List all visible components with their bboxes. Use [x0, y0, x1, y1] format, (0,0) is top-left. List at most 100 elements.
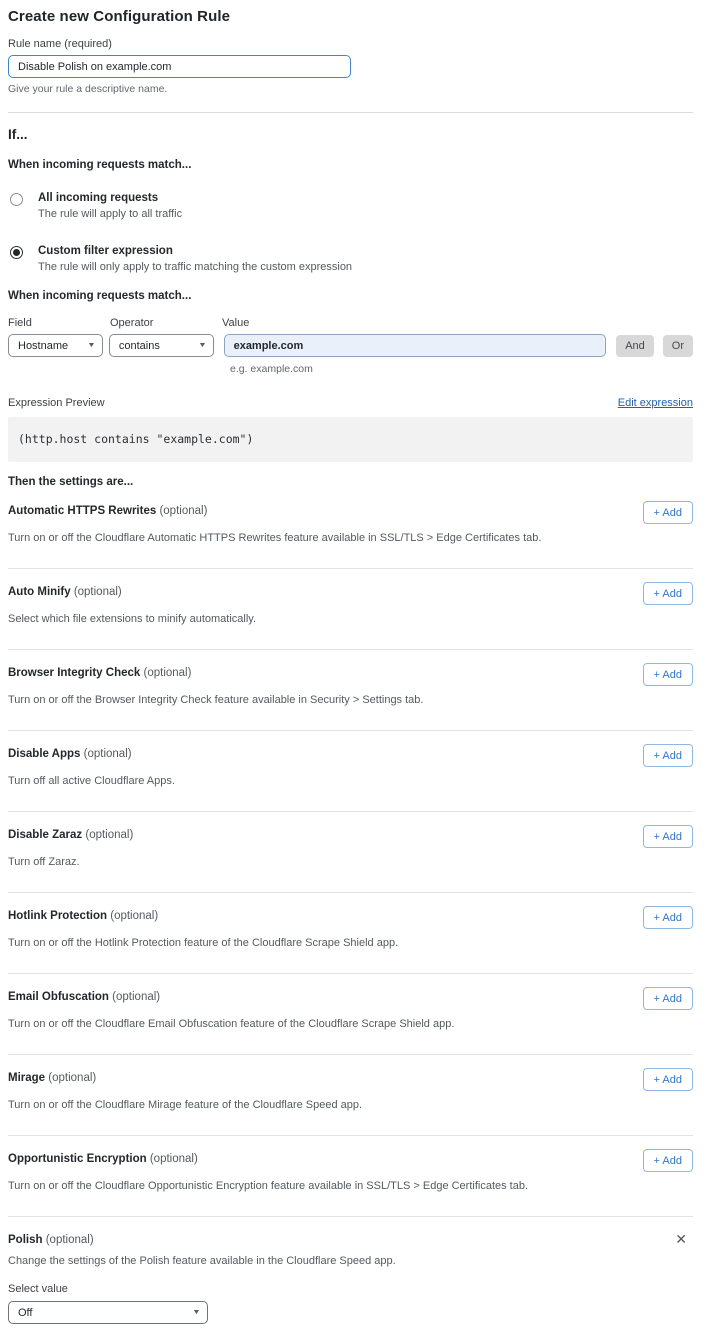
add-email-obfuscation-button[interactable]: + Add: [643, 987, 693, 1010]
field-label: Field: [8, 317, 110, 329]
setting-description: Turn on or off the Cloudflare Email Obfu…: [8, 1018, 628, 1030]
add-mirage-button[interactable]: + Add: [643, 1068, 693, 1091]
field-select[interactable]: Hostname ▼: [8, 334, 103, 357]
add-hotlink-protection-button[interactable]: + Add: [643, 906, 693, 929]
setting-browser-integrity-check: Browser Integrity Check (optional) + Add…: [8, 650, 693, 731]
setting-title: Automatic HTTPS Rewrites (optional): [8, 501, 207, 517]
create-configuration-rule-form: Create new Configuration Rule Rule name …: [0, 0, 705, 1338]
expression-builder-labels: Field Operator Value: [8, 317, 693, 329]
chevron-down-icon: ▼: [198, 342, 207, 349]
field-select-value: Hostname: [18, 340, 68, 352]
expression-code: (http.host contains "example.com"): [18, 432, 253, 446]
add-disable-apps-button[interactable]: + Add: [643, 744, 693, 767]
setting-description: Turn on or off the Cloudflare Opportunis…: [8, 1180, 628, 1192]
setting-name: Automatic HTTPS Rewrites: [8, 505, 156, 517]
radio-label: All incoming requests: [38, 192, 182, 204]
if-heading: If...: [8, 127, 693, 142]
radio-custom-filter-expression[interactable]: Custom filter expression The rule will o…: [8, 245, 693, 273]
setting-description: Select which file extensions to minify a…: [8, 613, 628, 625]
radio-description: The rule will apply to all traffic: [38, 208, 182, 220]
radio-selected-icon[interactable]: [10, 246, 23, 259]
polish-value-select[interactable]: Off ▼: [8, 1301, 208, 1324]
setting-name: Email Obfuscation: [8, 991, 109, 1003]
setting-title: Hotlink Protection (optional): [8, 906, 158, 922]
setting-automatic-https-rewrites: Automatic HTTPS Rewrites (optional) + Ad…: [8, 488, 693, 569]
rule-name-label: Rule name (required): [8, 38, 693, 50]
optional-tag: (optional): [74, 586, 122, 598]
optional-tag: (optional): [48, 1072, 96, 1084]
radio-unselected-icon[interactable]: [10, 193, 23, 206]
and-button[interactable]: And: [616, 335, 654, 357]
setting-name: Hotlink Protection: [8, 910, 107, 922]
chevron-down-icon: ▼: [87, 342, 96, 349]
radio-description: The rule will only apply to traffic matc…: [38, 261, 352, 273]
setting-mirage: Mirage (optional) + Add Turn on or off t…: [8, 1055, 693, 1136]
optional-tag: (optional): [159, 505, 207, 517]
add-browser-integrity-check-button[interactable]: + Add: [643, 663, 693, 686]
setting-email-obfuscation: Email Obfuscation (optional) + Add Turn …: [8, 974, 693, 1055]
select-value-label: Select value: [8, 1283, 693, 1295]
optional-tag: (optional): [84, 748, 132, 760]
expression-builder-row: Hostname ▼ contains ▼ And Or: [8, 334, 693, 357]
optional-tag: (optional): [150, 1153, 198, 1165]
setting-polish: Polish (optional) ✕ Change the settings …: [8, 1217, 693, 1324]
setting-description: Turn off Zaraz.: [8, 856, 628, 868]
optional-tag: (optional): [110, 910, 158, 922]
optional-tag: (optional): [112, 991, 160, 1003]
setting-title: Polish (optional): [8, 1230, 94, 1246]
setting-name: Disable Apps: [8, 748, 80, 760]
edit-expression-link[interactable]: Edit expression: [618, 397, 693, 409]
setting-description: Turn on or off the Hotlink Protection fe…: [8, 937, 628, 949]
setting-description: Turn on or off the Cloudflare Mirage fea…: [8, 1099, 628, 1111]
setting-description: Change the settings of the Polish featur…: [8, 1255, 628, 1267]
setting-disable-apps: Disable Apps (optional) + Add Turn off a…: [8, 731, 693, 812]
expression-preview-label: Expression Preview: [8, 397, 105, 409]
setting-name: Mirage: [8, 1072, 45, 1084]
optional-tag: (optional): [85, 829, 133, 841]
rule-name-helper: Give your rule a descriptive name.: [8, 83, 693, 95]
setting-name: Opportunistic Encryption: [8, 1153, 147, 1165]
setting-title: Email Obfuscation (optional): [8, 987, 160, 1003]
radio-label: Custom filter expression: [38, 245, 352, 257]
setting-opportunistic-encryption: Opportunistic Encryption (optional) + Ad…: [8, 1136, 693, 1217]
setting-title: Disable Apps (optional): [8, 744, 132, 760]
page-title: Create new Configuration Rule: [8, 8, 693, 25]
setting-name: Auto Minify: [8, 586, 71, 598]
setting-description: Turn on or off the Browser Integrity Che…: [8, 694, 628, 706]
optional-tag: (optional): [144, 667, 192, 679]
value-helper: e.g. example.com: [230, 363, 693, 375]
radio-all-incoming-requests[interactable]: All incoming requests The rule will appl…: [8, 192, 693, 220]
setting-disable-zaraz: Disable Zaraz (optional) + Add Turn off …: [8, 812, 693, 893]
add-auto-minify-button[interactable]: + Add: [643, 582, 693, 605]
rule-name-input[interactable]: [8, 55, 351, 78]
setting-title: Disable Zaraz (optional): [8, 825, 133, 841]
operator-label: Operator: [110, 317, 222, 329]
expression-preview-row: Expression Preview Edit expression: [8, 397, 693, 409]
add-opportunistic-encryption-button[interactable]: + Add: [643, 1149, 693, 1172]
setting-name: Disable Zaraz: [8, 829, 82, 841]
setting-hotlink-protection: Hotlink Protection (optional) + Add Turn…: [8, 893, 693, 974]
match-type-radio-group: All incoming requests The rule will appl…: [8, 192, 693, 273]
value-label: Value: [222, 317, 249, 329]
or-button[interactable]: Or: [663, 335, 693, 357]
expression-preview-box: (http.host contains "example.com"): [8, 417, 693, 462]
section-divider: [8, 112, 693, 113]
operator-select[interactable]: contains ▼: [109, 334, 214, 357]
value-input[interactable]: [224, 334, 607, 357]
incoming-requests-match-heading: When incoming requests match...: [8, 159, 693, 171]
setting-name: Polish: [8, 1234, 43, 1246]
setting-title: Auto Minify (optional): [8, 582, 122, 598]
setting-title: Opportunistic Encryption (optional): [8, 1149, 198, 1165]
optional-tag: (optional): [46, 1234, 94, 1246]
setting-name: Browser Integrity Check: [8, 667, 140, 679]
chevron-down-icon: ▼: [192, 1309, 201, 1316]
add-disable-zaraz-button[interactable]: + Add: [643, 825, 693, 848]
add-automatic-https-rewrites-button[interactable]: + Add: [643, 501, 693, 524]
close-icon[interactable]: ✕: [675, 1230, 693, 1247]
expression-builder-heading: When incoming requests match...: [8, 290, 693, 302]
polish-select-value: Off: [18, 1307, 32, 1319]
setting-title: Browser Integrity Check (optional): [8, 663, 191, 679]
setting-description: Turn on or off the Cloudflare Automatic …: [8, 532, 628, 544]
setting-auto-minify: Auto Minify (optional) + Add Select whic…: [8, 569, 693, 650]
operator-select-value: contains: [119, 340, 160, 352]
